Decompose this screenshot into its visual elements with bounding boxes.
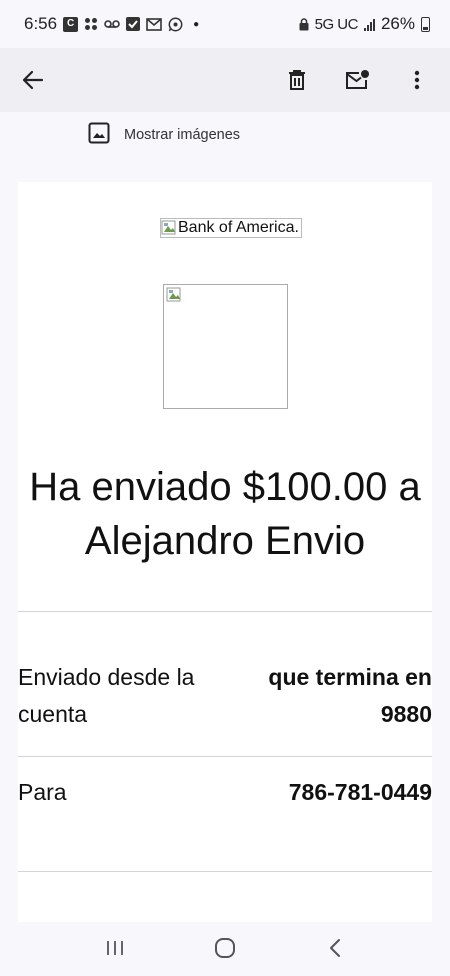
bank-logo: Bank of America. [160,218,302,238]
battery-percent: 26% [380,14,415,33]
show-images-label: Mostrar imágenes [124,127,241,143]
system-nav-bar [0,920,450,976]
detail-row-recipient: Para 786-781-0449 [18,774,432,811]
network-type: 5G UC [314,15,359,33]
divider [18,871,432,872]
detail-row-from-account: Enviado desde la cuenta que termina en 9… [18,659,432,733]
whatsapp-icon [168,17,183,32]
detail-value: que termina en 9880 [268,664,432,727]
lock-icon [299,17,309,31]
delete-icon[interactable] [282,65,312,95]
check-icon [126,17,141,31]
voicemail-icon [104,19,120,29]
divider [18,756,432,757]
gmail-icon [146,17,162,31]
show-images-button[interactable]: Mostrar imágenes [88,122,240,148]
broken-image-icon [161,220,177,236]
detail-label: Enviado desde la cuenta [18,664,195,727]
image-icon [88,122,110,148]
mark-unread-icon[interactable] [342,65,372,95]
app-bar [0,48,450,112]
more-notifications-dot: ● [193,18,200,30]
signal-icon [363,18,375,31]
status-right: 5G UC 26% [299,14,430,34]
recents-icon[interactable] [100,933,130,963]
back-icon[interactable] [320,933,350,963]
clock: 6:56 [24,14,58,33]
app-bar-actions [282,65,432,95]
bank-logo-alt-text: Bank of America. [178,219,299,236]
email-body: Bank of America. Ha enviado $100.00 a Al… [18,182,432,922]
status-bar: 6:56 C ● 5G UC 26% [0,0,450,48]
c-icon: C [63,16,79,32]
broken-image-icon [166,287,182,303]
image-placeholder [163,284,288,409]
transfer-headline: Ha enviado $100.00 a Alejandro Envio [29,465,421,563]
detail-label: Para [18,779,67,805]
home-icon[interactable] [210,933,240,963]
arrow-left-icon[interactable] [18,65,48,95]
divider [18,611,432,612]
detail-value: 786-781-0449 [288,779,432,805]
status-left: 6:56 C ● [24,14,199,34]
battery-icon [421,16,430,32]
grid-icon [84,17,98,31]
more-vert-icon[interactable] [402,65,432,95]
